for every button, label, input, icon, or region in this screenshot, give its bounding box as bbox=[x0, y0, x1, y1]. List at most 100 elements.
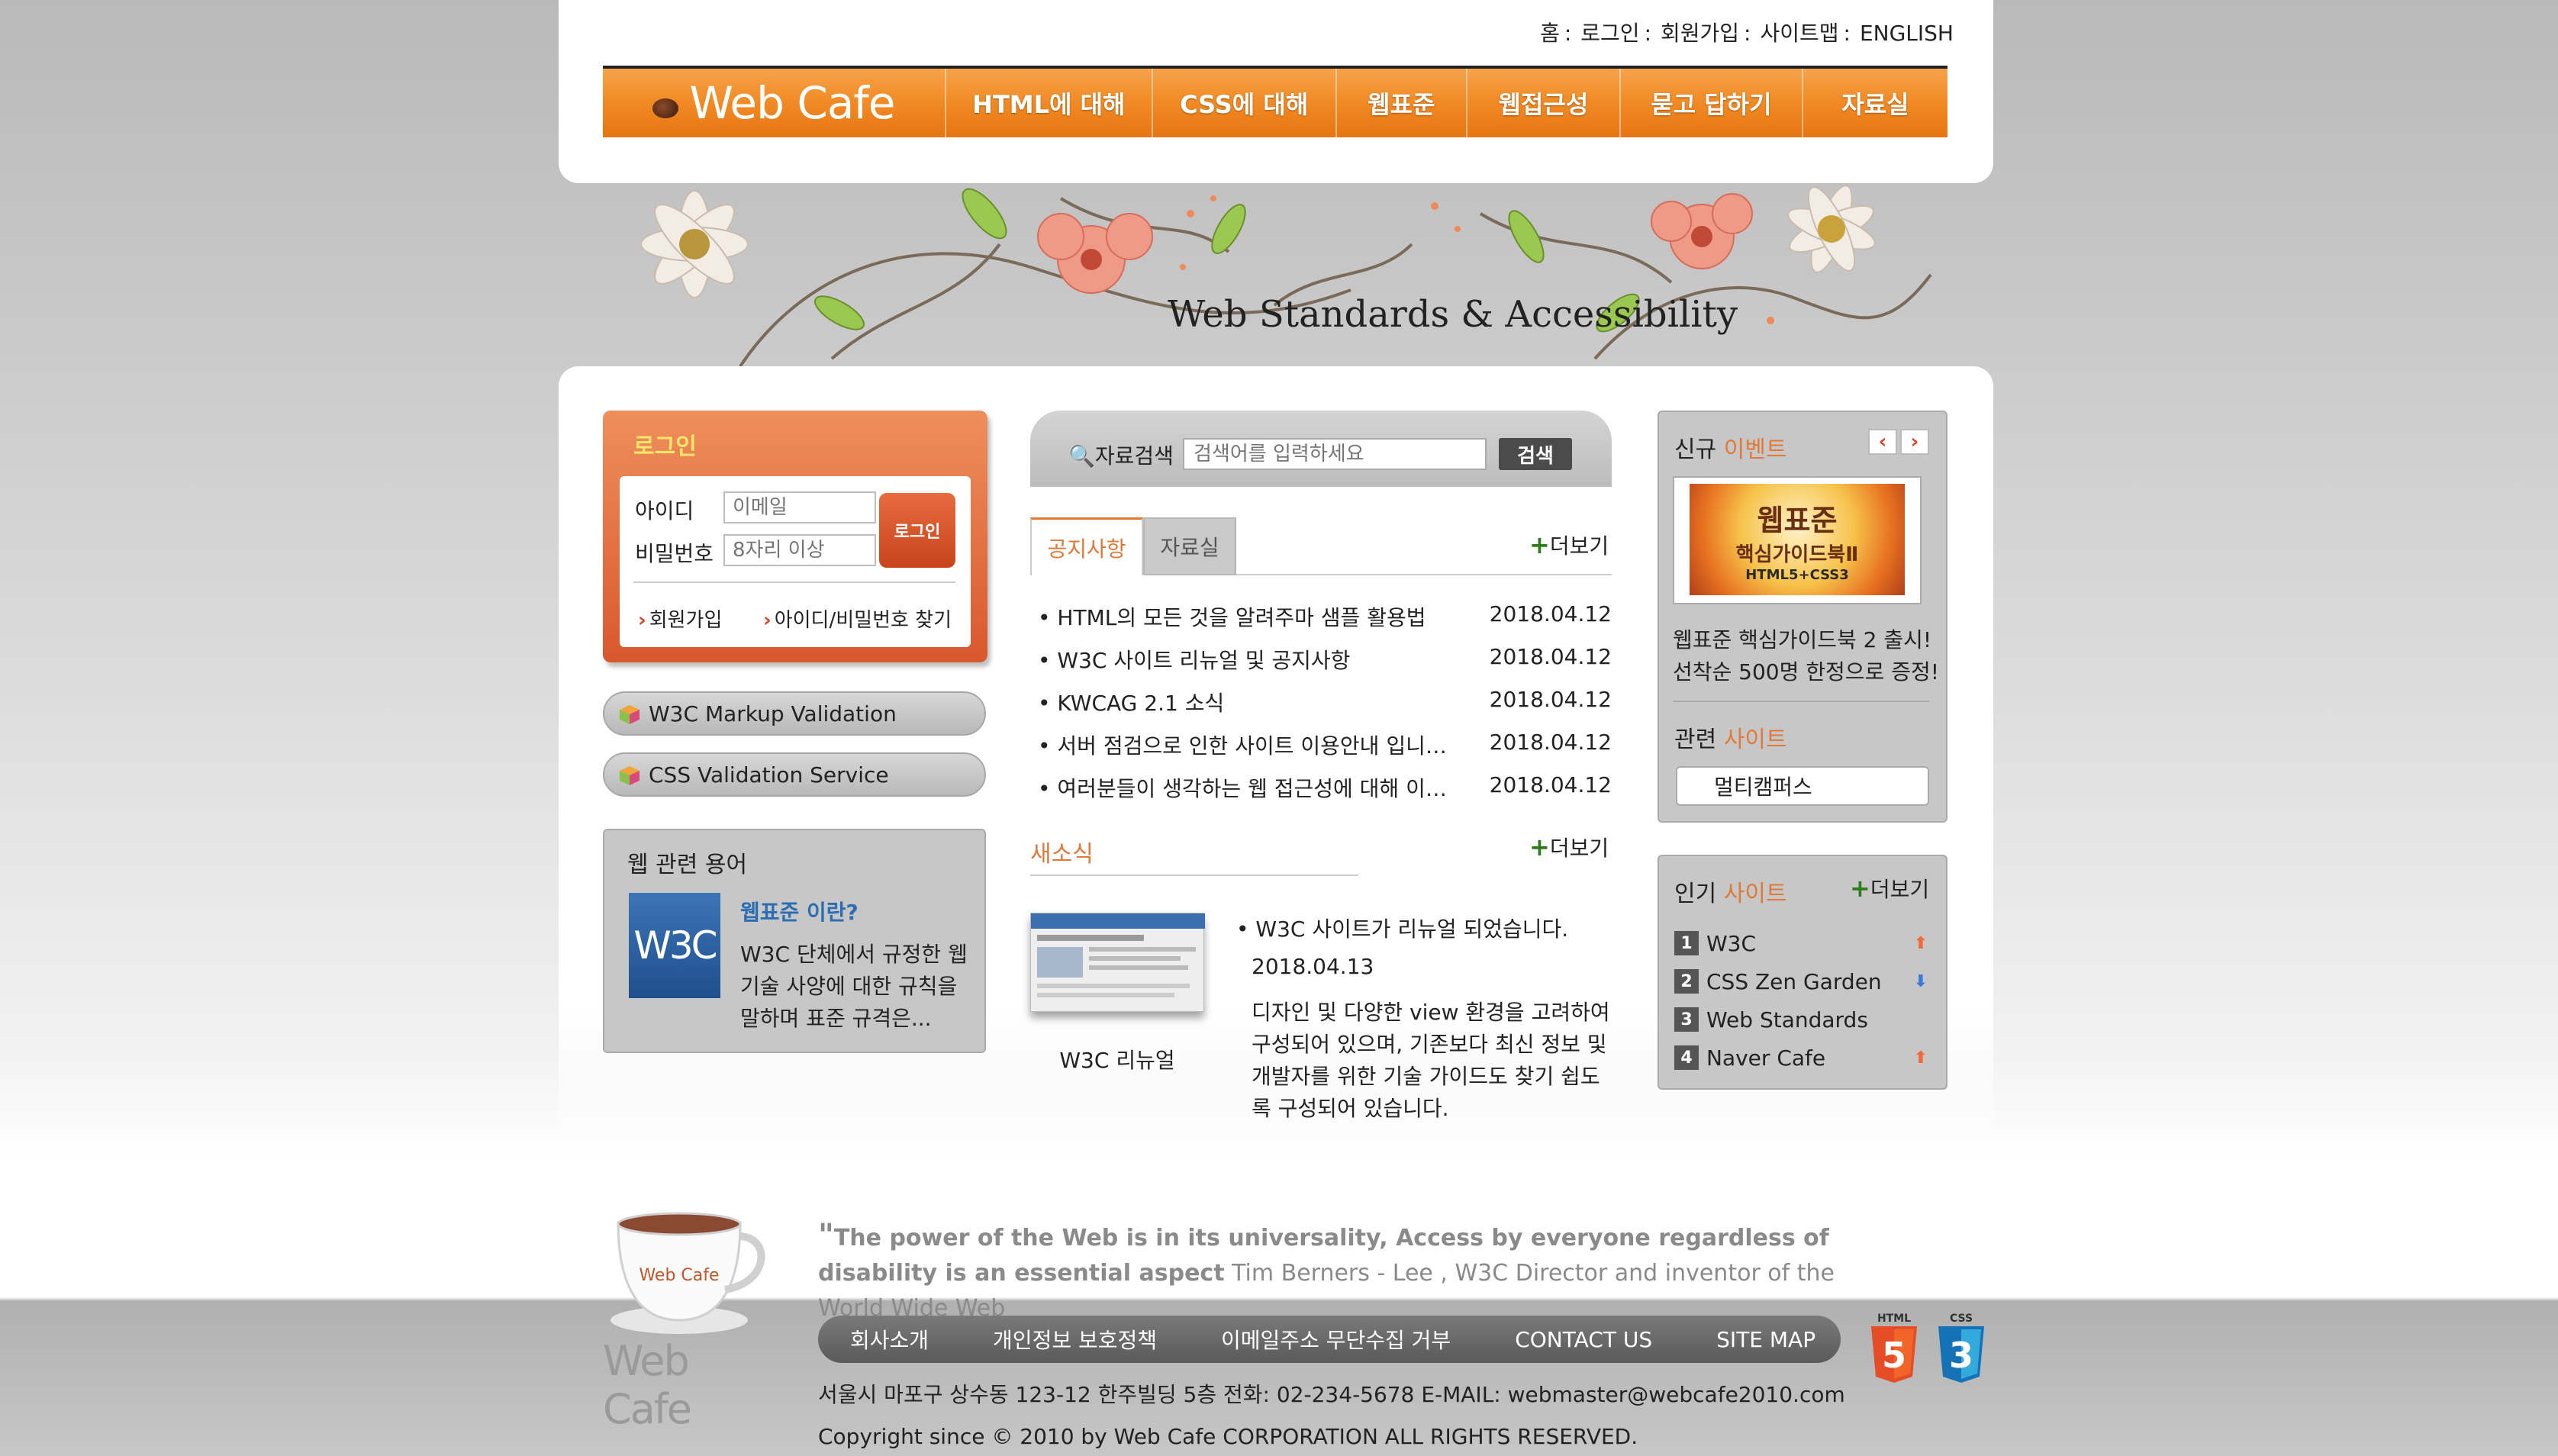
footer-link-privacy[interactable]: 개인정보 보호정책 bbox=[993, 1324, 1157, 1355]
w3c-logo: W3C bbox=[629, 893, 720, 998]
nav-item-archive[interactable]: 자료실 bbox=[1801, 69, 1947, 137]
css3-badge-icon: CSS 3 bbox=[1934, 1311, 1989, 1387]
chevron-right-icon: › bbox=[638, 609, 646, 632]
rank-badge: 1 bbox=[1674, 931, 1699, 955]
footer-link-sitemap[interactable]: SITE MAP bbox=[1716, 1327, 1815, 1352]
find-account-link[interactable]: › 아이디/비밀번호 찾기 bbox=[763, 604, 952, 633]
svg-text:HTML: HTML bbox=[1877, 1313, 1911, 1325]
svg-text:CSS: CSS bbox=[1950, 1313, 1973, 1325]
popular-site-item[interactable]: 2 CSS Zen Garden ⬇ bbox=[1674, 966, 1934, 997]
email-field[interactable] bbox=[723, 491, 876, 523]
password-field[interactable] bbox=[723, 534, 876, 566]
board-row[interactable]: • W3C 사이트 리뉴얼 및 공지사항 2018.04.12 bbox=[1038, 644, 1612, 675]
news-thumbnail[interactable] bbox=[1030, 913, 1205, 1012]
board-row-title: • 서버 점검으로 인한 사이트 이용안내 입니다. bbox=[1038, 733, 1450, 759]
divider bbox=[1673, 701, 1929, 702]
related-site-select[interactable]: 멀티캠퍼스 bbox=[1676, 766, 1929, 806]
rank-badge: 3 bbox=[1674, 1007, 1699, 1032]
tab-archive[interactable]: 자료실 bbox=[1143, 517, 1236, 575]
util-link-sitemap[interactable]: 사이트맵 bbox=[1760, 21, 1838, 46]
w3c-markup-validation-label: W3C Markup Validation bbox=[649, 701, 897, 726]
css-validation-label: CSS Validation Service bbox=[649, 762, 889, 788]
news-body: 디자인 및 다양한 view 환경을 고려하여 구성되어 있으며, 기존보다 최… bbox=[1252, 1000, 1610, 1121]
popular-site-item[interactable]: 1 W3C ⬆ bbox=[1674, 928, 1934, 958]
w3c-markup-validation-button[interactable]: W3C Markup Validation bbox=[603, 691, 986, 736]
board-row-date: 2018.04.12 bbox=[1489, 644, 1612, 669]
cup-label: Web Cafe bbox=[639, 1266, 719, 1285]
footer-link-company[interactable]: 회사소개 bbox=[850, 1324, 929, 1355]
plus-icon: + bbox=[1529, 833, 1550, 862]
css-validation-button[interactable]: CSS Validation Service bbox=[603, 752, 986, 797]
book-subtitle: 핵심가이드북Ⅱ bbox=[1735, 543, 1859, 566]
footer-copyright: Copyright since © 2010 by Web Cafe CORPO… bbox=[818, 1424, 1638, 1449]
next-arrow-icon[interactable]: › bbox=[1900, 429, 1929, 455]
site-logo[interactable]: Web Cafe bbox=[603, 69, 945, 137]
book-tag: HTML5+CSS3 bbox=[1745, 566, 1849, 583]
board-row[interactable]: • 서버 점검으로 인한 사이트 이용안내 입니다. 2018.04.12 bbox=[1038, 730, 1612, 760]
webpage-screenshot-icon bbox=[1031, 913, 1205, 997]
popular-sites-title: 인기 사이트 bbox=[1674, 881, 1787, 907]
nav-item-web-standards[interactable]: 웹표준 bbox=[1335, 69, 1466, 137]
trend-up-icon: ⬆ bbox=[1913, 1048, 1928, 1068]
join-link[interactable]: › 회원가입 bbox=[638, 604, 722, 633]
book-cover-image: 웹표준 핵심가이드북Ⅱ HTML5+CSS3 bbox=[1690, 484, 1905, 595]
popular-site-name: Naver Cafe bbox=[1706, 1045, 1826, 1071]
util-link-login[interactable]: 로그인 bbox=[1580, 21, 1639, 46]
global-nav: Web Cafe HTML에 대해 CSS에 대해 웹표준 웹접근성 묻고 답하… bbox=[603, 66, 1947, 137]
popular-more-link[interactable]: +더보기 bbox=[1850, 873, 1929, 904]
util-link-join[interactable]: 회원가입 bbox=[1661, 21, 1739, 46]
web-terms-title: 웹 관련 용어 bbox=[627, 852, 748, 878]
popular-site-item[interactable]: 3 Web Standards bbox=[1674, 1004, 1934, 1035]
site-logo-text: Web Cafe bbox=[689, 77, 895, 129]
login-button[interactable]: 로그인 bbox=[879, 493, 955, 568]
banner-tagline: Web Standards & Accessibility bbox=[1168, 293, 1738, 336]
news-more-link[interactable]: +더보기 bbox=[1529, 832, 1609, 862]
board-row-date: 2018.04.12 bbox=[1489, 772, 1612, 797]
search-label: 🔍자료검색 bbox=[1068, 440, 1174, 470]
board-row[interactable]: • HTML의 모든 것을 알려주마 샘플 활용법 2018.04.12 bbox=[1038, 601, 1612, 632]
popular-site-name: Web Standards bbox=[1706, 1007, 1868, 1032]
tab-underline bbox=[1236, 574, 1612, 575]
coffee-beans-icon bbox=[652, 98, 679, 118]
news-more-label: 더보기 bbox=[1549, 836, 1609, 861]
util-link-english[interactable]: ENGLISH bbox=[1860, 21, 1954, 46]
footer-link-contact[interactable]: CONTACT US bbox=[1515, 1327, 1652, 1352]
news-date: 2018.04.13 bbox=[1252, 954, 1374, 979]
search-input[interactable] bbox=[1183, 438, 1487, 470]
footer-nav: 회사소개 개인정보 보호정책 이메일주소 무단수집 거부 CONTACT US … bbox=[818, 1316, 1841, 1363]
web-terms-subtitle[interactable]: 웹표준 이란? bbox=[740, 896, 859, 926]
board-more-label: 더보기 bbox=[1549, 533, 1609, 559]
utility-nav: 홈: 로그인: 회원가입: 사이트맵: ENGLISH bbox=[1540, 21, 1954, 46]
nav-item-css[interactable]: CSS에 대해 bbox=[1151, 69, 1335, 137]
divider bbox=[633, 581, 955, 583]
search-icon: 🔍 bbox=[1068, 443, 1095, 469]
cube-icon bbox=[620, 705, 640, 724]
divider bbox=[1030, 875, 1358, 876]
find-account-link-label: 아이디/비밀번호 찾기 bbox=[774, 609, 952, 632]
login-title: 로그인 bbox=[633, 433, 697, 460]
search-button[interactable]: 검색 bbox=[1499, 438, 1572, 470]
footer-quote: "The power of the Web is in its universa… bbox=[818, 1218, 1835, 1322]
nav-item-accessibility[interactable]: 웹접근성 bbox=[1465, 69, 1619, 137]
footer-link-email-policy[interactable]: 이메일주소 무단수집 거부 bbox=[1221, 1324, 1451, 1355]
nav-item-html[interactable]: HTML에 대해 bbox=[944, 69, 1152, 137]
board-row[interactable]: • 여러분들이 생각하는 웹 접근성에 대해 이야… 2018.04.12 bbox=[1038, 772, 1612, 803]
event-description: 웹표준 핵심가이드북 2 출시! 선착순 500명 한정으로 증정! bbox=[1673, 627, 1939, 685]
rank-badge: 4 bbox=[1674, 1045, 1699, 1070]
footer-address: 서울시 마포구 상수동 123-12 한주빌딩 5층 전화: 02-234-56… bbox=[818, 1382, 1845, 1407]
prev-arrow-icon[interactable]: ‹ bbox=[1868, 429, 1897, 455]
chevron-right-icon: › bbox=[763, 609, 772, 632]
board-more-link[interactable]: +더보기 bbox=[1529, 530, 1609, 560]
util-link-home[interactable]: 홈 bbox=[1540, 21, 1560, 46]
tab-notice[interactable]: 공지사항 bbox=[1030, 517, 1143, 575]
popular-site-item[interactable]: 4 Naver Cafe ⬆ bbox=[1674, 1042, 1934, 1073]
board-row[interactable]: • KWCAG 2.1 소식 2018.04.12 bbox=[1038, 687, 1612, 717]
trend-up-icon: ⬆ bbox=[1913, 933, 1928, 953]
cube-icon bbox=[620, 766, 640, 785]
visual-banner bbox=[603, 183, 1947, 366]
nav-item-qna[interactable]: 묻고 답하기 bbox=[1619, 69, 1802, 137]
id-label: 아이디 bbox=[635, 498, 694, 523]
news-title: 새소식 bbox=[1030, 841, 1094, 868]
news-headline[interactable]: • W3C 사이트가 리뉴얼 되었습니다. bbox=[1236, 913, 1568, 943]
svg-text:5: 5 bbox=[1882, 1335, 1906, 1376]
